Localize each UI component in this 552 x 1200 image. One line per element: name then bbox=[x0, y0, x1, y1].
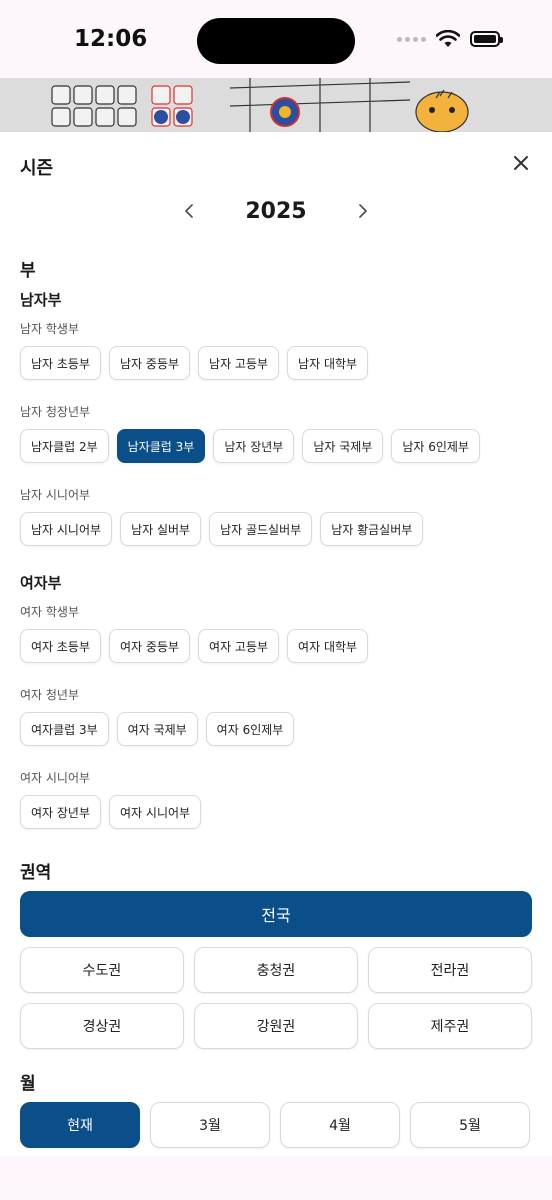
region-all-button[interactable]: 전국 bbox=[20, 891, 532, 937]
group-label: 남자 청장년부 bbox=[20, 405, 91, 419]
chip-row: 여자 장년부 여자 시니어부 bbox=[20, 795, 202, 829]
region-grid: 수도권 충청권 전라권 경상권 강원권 제주권 bbox=[20, 947, 532, 1049]
division-chip[interactable]: 여자 국제부 bbox=[116, 712, 198, 746]
region-button[interactable]: 수도권 bbox=[20, 947, 184, 993]
month-heading: 월 bbox=[20, 1074, 36, 1094]
sheet-title: 시즌 bbox=[20, 158, 54, 179]
chip-row: 여자클럽 3부 여자 국제부 여자 6인제부 bbox=[20, 712, 295, 746]
dynamic-island bbox=[197, 18, 355, 64]
region-button[interactable]: 전라권 bbox=[368, 947, 532, 993]
chip-row: 남자클럽 2부 남자클럽 3부 남자 장년부 남자 국제부 남자 6인제부 bbox=[20, 429, 480, 463]
month-button-selected[interactable]: 현재 bbox=[20, 1102, 140, 1148]
division-chip[interactable]: 남자 실버부 bbox=[120, 512, 202, 546]
region-button[interactable]: 충청권 bbox=[194, 947, 358, 993]
region-button[interactable]: 경상권 bbox=[20, 1003, 184, 1049]
division-chip[interactable]: 여자 고등부 bbox=[198, 629, 280, 663]
group-label: 여자 청년부 bbox=[20, 688, 80, 702]
division-chip[interactable]: 남자클럽 2부 bbox=[20, 429, 109, 463]
men-heading: 남자부 bbox=[20, 291, 62, 309]
chip-row: 남자 시니어부 남자 실버부 남자 골드실버부 남자 황금실버부 bbox=[20, 512, 424, 546]
signal-icon bbox=[397, 36, 426, 42]
division-chip[interactable]: 남자 황금실버부 bbox=[320, 512, 424, 546]
division-chip[interactable]: 여자 시니어부 bbox=[109, 795, 202, 829]
group-label: 여자 학생부 bbox=[20, 605, 80, 619]
division-chip[interactable]: 남자 장년부 bbox=[213, 429, 295, 463]
year-selector: 2025 bbox=[0, 194, 552, 228]
division-chip[interactable]: 여자 장년부 bbox=[20, 795, 102, 829]
division-chip[interactable]: 남자 골드실버부 bbox=[209, 512, 313, 546]
group-label: 여자 시니어부 bbox=[20, 771, 91, 785]
battery-icon bbox=[470, 31, 503, 47]
division-heading: 부 bbox=[20, 261, 36, 281]
month-button[interactable]: 5월 bbox=[410, 1102, 530, 1148]
division-chip[interactable]: 남자 6인제부 bbox=[391, 429, 480, 463]
year-next-button[interactable] bbox=[347, 196, 377, 226]
division-chip[interactable]: 남자 국제부 bbox=[302, 429, 384, 463]
year-prev-button[interactable] bbox=[175, 196, 205, 226]
chip-row: 여자 초등부 여자 중등부 여자 고등부 여자 대학부 bbox=[20, 629, 369, 663]
division-chip[interactable]: 여자 중등부 bbox=[109, 629, 191, 663]
month-row: 현재 3월 4월 5월 bbox=[20, 1102, 532, 1148]
region-heading: 권역 bbox=[20, 863, 52, 883]
background-illustration bbox=[0, 78, 552, 132]
month-button[interactable]: 3월 bbox=[150, 1102, 270, 1148]
region-button[interactable]: 제주권 bbox=[368, 1003, 532, 1049]
year-text: 2025 bbox=[245, 198, 307, 224]
women-heading: 여자부 bbox=[20, 574, 62, 592]
division-chip[interactable]: 남자 중등부 bbox=[109, 346, 191, 380]
chevron-right-icon bbox=[358, 204, 367, 218]
month-button[interactable]: 4월 bbox=[280, 1102, 400, 1148]
region-button[interactable]: 강원권 bbox=[194, 1003, 358, 1049]
division-chip[interactable]: 남자 고등부 bbox=[198, 346, 280, 380]
status-icons bbox=[397, 30, 503, 48]
status-time: 12:06 bbox=[74, 26, 148, 52]
chip-row: 남자 초등부 남자 중등부 남자 고등부 남자 대학부 bbox=[20, 346, 369, 380]
chevron-left-icon bbox=[185, 204, 194, 218]
division-chip[interactable]: 남자 초등부 bbox=[20, 346, 102, 380]
division-chip[interactable]: 남자 대학부 bbox=[287, 346, 369, 380]
wifi-icon bbox=[436, 30, 460, 47]
close-icon[interactable] bbox=[510, 152, 532, 174]
division-chip-selected[interactable]: 남자클럽 3부 bbox=[116, 429, 206, 463]
status-bar: 12:06 bbox=[0, 0, 552, 78]
division-chip[interactable]: 여자 대학부 bbox=[287, 629, 369, 663]
group-label: 남자 학생부 bbox=[20, 322, 80, 336]
division-chip[interactable]: 남자 시니어부 bbox=[20, 512, 113, 546]
group-label: 남자 시니어부 bbox=[20, 488, 91, 502]
division-chip[interactable]: 여자클럽 3부 bbox=[20, 712, 109, 746]
home-indicator-area bbox=[0, 1156, 552, 1200]
division-chip[interactable]: 여자 6인제부 bbox=[205, 712, 295, 746]
division-chip[interactable]: 여자 초등부 bbox=[20, 629, 102, 663]
season-filter-sheet: 시즌 2025 부 남자부 남자 학생부 남자 초등부 남자 중등부 남자 고등… bbox=[0, 132, 552, 1156]
